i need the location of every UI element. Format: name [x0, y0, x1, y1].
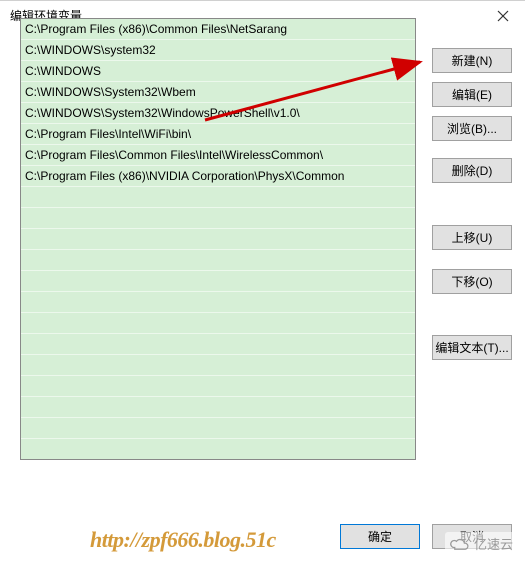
list-item-empty[interactable]: [21, 397, 415, 418]
list-item-empty[interactable]: [21, 292, 415, 313]
list-item-empty[interactable]: [21, 313, 415, 334]
list-item-empty[interactable]: [21, 334, 415, 355]
cancel-button[interactable]: 取消: [432, 524, 512, 549]
list-item[interactable]: C:\Program Files (x86)\Common Files\NetS…: [21, 19, 415, 40]
movedown-button[interactable]: 下移(O): [432, 269, 512, 294]
list-item-empty[interactable]: [21, 376, 415, 397]
list-item-empty[interactable]: [21, 187, 415, 208]
new-button[interactable]: 新建(N): [432, 48, 512, 73]
list-item[interactable]: C:\Program Files (x86)\NVIDIA Corporatio…: [21, 166, 415, 187]
delete-button[interactable]: 删除(D): [432, 158, 512, 183]
list-item-empty[interactable]: [21, 355, 415, 376]
edit-button[interactable]: 编辑(E): [432, 82, 512, 107]
watermark-url: http://zpf666.blog.51c: [90, 527, 276, 553]
list-item[interactable]: C:\WINDOWS: [21, 61, 415, 82]
close-button[interactable]: [480, 1, 525, 31]
list-item[interactable]: C:\WINDOWS\System32\Wbem: [21, 82, 415, 103]
path-listbox[interactable]: C:\Program Files (x86)\Common Files\NetS…: [20, 18, 416, 460]
list-item-empty[interactable]: [21, 250, 415, 271]
list-item[interactable]: C:\Program Files\Common Files\Intel\Wire…: [21, 145, 415, 166]
list-item-empty[interactable]: [21, 271, 415, 292]
list-item[interactable]: C:\WINDOWS\System32\WindowsPowerShell\v1…: [21, 103, 415, 124]
list-item[interactable]: C:\WINDOWS\system32: [21, 40, 415, 61]
moveup-button[interactable]: 上移(U): [432, 225, 512, 250]
list-item-empty[interactable]: [21, 439, 415, 460]
close-icon: [497, 10, 509, 22]
list-item-empty[interactable]: [21, 229, 415, 250]
list-item[interactable]: C:\Program Files\Intel\WiFi\bin\: [21, 124, 415, 145]
list-item-empty[interactable]: [21, 418, 415, 439]
list-item-empty[interactable]: [21, 208, 415, 229]
edittext-button[interactable]: 编辑文本(T)...: [432, 335, 512, 360]
browse-button[interactable]: 浏览(B)...: [432, 116, 512, 141]
ok-button[interactable]: 确定: [340, 524, 420, 549]
